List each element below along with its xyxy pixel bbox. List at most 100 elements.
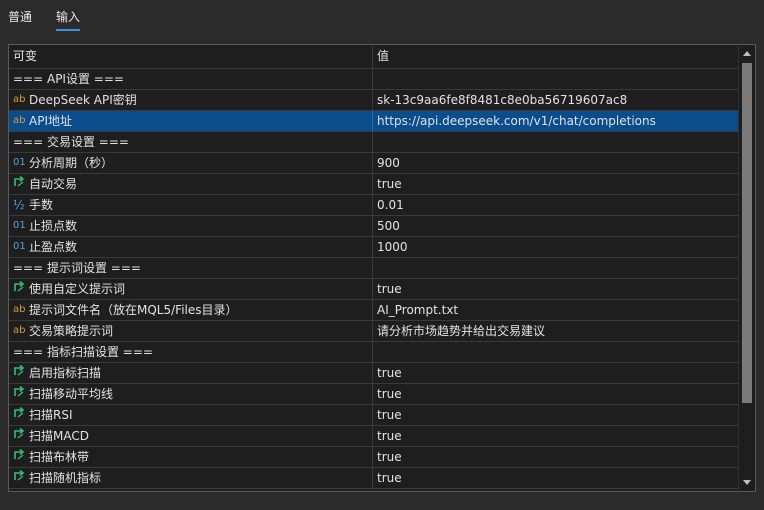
row-variable-name: 交易策略提示词 xyxy=(29,324,114,338)
bool-type-icon xyxy=(13,175,29,195)
row-variable-cell[interactable]: === API设置 === xyxy=(9,69,373,89)
row-variable-cell[interactable]: ab 交易策略提示词 xyxy=(9,321,373,341)
row-variable-name: 启用指标扫描 xyxy=(29,366,102,380)
row-variable-cell[interactable]: 01 分析周期（秒） xyxy=(9,153,373,173)
grid-row[interactable]: ab 提示词文件名（放在MQL5/Files目录） AI_Prompt.txt xyxy=(9,300,740,321)
row-variable-cell[interactable]: 01 止损点数 xyxy=(9,216,373,236)
row-variable-name: === 提示词设置 === xyxy=(13,261,141,275)
row-value-cell[interactable]: true xyxy=(374,468,740,488)
row-variable-cell[interactable]: === 指标扫描设置 === xyxy=(9,342,373,362)
bool-type-icon xyxy=(13,364,29,384)
grid-row[interactable]: ab API地址 https://api.deepseek.com/v1/chat/… xyxy=(9,111,740,132)
scrollbar-thumb[interactable] xyxy=(742,63,752,403)
bool-type-icon xyxy=(13,427,29,447)
row-variable-name: 扫描移动平均线 xyxy=(29,387,114,401)
row-value-cell[interactable]: 900 xyxy=(374,153,740,173)
tab-common[interactable]: 普通 xyxy=(8,9,32,29)
row-value-cell[interactable]: true xyxy=(374,363,740,383)
row-variable-cell[interactable]: ab DeepSeek API密钥 xyxy=(9,90,373,110)
bool-type-icon xyxy=(13,385,29,405)
row-variable-cell[interactable]: 扫描MACD xyxy=(9,426,373,446)
grid-row[interactable]: 01 止盈点数 1000 xyxy=(9,237,740,258)
bool-type-icon xyxy=(13,406,29,426)
row-variable-name: 止盈点数 xyxy=(29,240,78,254)
string-type-icon: ab xyxy=(13,325,26,336)
row-variable-cell[interactable]: 使用自定义提示词 xyxy=(9,279,373,299)
row-variable-name: === 指标扫描设置 === xyxy=(13,345,153,359)
row-variable-name: 扫描随机指标 xyxy=(29,471,102,485)
tab-bar: 普通 输入 xyxy=(0,0,764,34)
row-value-cell[interactable]: https://api.deepseek.com/v1/chat/complet… xyxy=(374,111,740,131)
grid-row[interactable]: 使用自定义提示词 true xyxy=(9,279,740,300)
row-variable-name: 提示词文件名（放在MQL5/Files目录） xyxy=(29,303,238,317)
row-variable-cell[interactable]: ab 提示词文件名（放在MQL5/Files目录） xyxy=(9,300,373,320)
grid-row[interactable]: 扫描RSI true xyxy=(9,405,740,426)
row-variable-name: DeepSeek API密钥 xyxy=(29,93,137,107)
inputs-grid-panel: 可变 值 === API设置 === ab DeepSeek API密钥 sk-13c… xyxy=(8,44,756,492)
row-variable-cell[interactable]: 扫描布林带 xyxy=(9,447,373,467)
grid-row[interactable]: ½ 手数 0.01 xyxy=(9,195,740,216)
row-value-cell[interactable]: 1000 xyxy=(374,237,740,257)
row-value-cell[interactable]: true xyxy=(374,279,740,299)
row-variable-cell[interactable]: 扫描RSI xyxy=(9,405,373,425)
row-variable-name: === API设置 === xyxy=(13,72,124,86)
row-variable-cell[interactable]: 自动交易 xyxy=(9,174,373,194)
row-value-cell[interactable]: 0.01 xyxy=(374,195,740,215)
row-value-cell[interactable]: 500 xyxy=(374,216,740,236)
row-value-cell[interactable]: true xyxy=(374,405,740,425)
grid-row[interactable]: 自动交易 true xyxy=(9,174,740,195)
row-value-cell[interactable]: true xyxy=(374,174,740,194)
row-value-cell[interactable]: 请分析市场趋势并给出交易建议 xyxy=(374,321,740,341)
bool-type-icon xyxy=(13,469,29,489)
row-variable-name: 止损点数 xyxy=(29,219,78,233)
row-value-cell[interactable]: true xyxy=(374,384,740,404)
grid-row[interactable]: === 指标扫描设置 === xyxy=(9,342,740,363)
string-type-icon: ab xyxy=(13,115,26,126)
bool-type-icon xyxy=(13,448,29,468)
integer-type-icon: 01 xyxy=(13,220,26,231)
integer-type-icon: 01 xyxy=(13,157,26,168)
grid-row[interactable]: 扫描移动平均线 true xyxy=(9,384,740,405)
column-header-value[interactable]: 值 xyxy=(374,45,740,68)
grid-row[interactable]: 01 分析周期（秒） 900 xyxy=(9,153,740,174)
row-value-cell[interactable] xyxy=(374,132,740,152)
row-value-cell[interactable] xyxy=(374,258,740,278)
row-value-cell[interactable]: true xyxy=(374,426,740,446)
grid-row[interactable]: ab DeepSeek API密钥 sk-13c9aa6fe8f8481c8e0ba… xyxy=(9,90,740,111)
grid-row[interactable]: 扫描MACD true xyxy=(9,426,740,447)
row-value-cell[interactable]: AI_Prompt.txt xyxy=(374,300,740,320)
row-variable-name: === 交易设置 === xyxy=(13,135,129,149)
grid-row[interactable]: ab 交易策略提示词 请分析市场趋势并给出交易建议 xyxy=(9,321,740,342)
grid-row[interactable]: === 提示词设置 === xyxy=(9,258,740,279)
grid-row[interactable]: === API设置 === xyxy=(9,69,740,90)
string-type-icon: ab xyxy=(13,304,26,315)
scroll-down-icon[interactable] xyxy=(743,480,751,485)
scroll-up-icon[interactable] xyxy=(743,51,751,56)
tab-inputs[interactable]: 输入 xyxy=(56,9,81,31)
grid-row[interactable]: 01 止损点数 500 xyxy=(9,216,740,237)
grid-row[interactable]: 扫描随机指标 true xyxy=(9,468,740,489)
row-variable-cell[interactable]: 扫描随机指标 xyxy=(9,468,373,488)
row-variable-name: 扫描MACD xyxy=(29,429,89,443)
vertical-scrollbar[interactable] xyxy=(738,45,755,491)
inputs-grid: 可变 值 === API设置 === ab DeepSeek API密钥 sk-13c… xyxy=(9,45,740,489)
integer-type-icon: 01 xyxy=(13,241,26,252)
row-variable-cell[interactable]: === 交易设置 === xyxy=(9,132,373,152)
grid-row[interactable]: 扫描布林带 true xyxy=(9,447,740,468)
grid-row[interactable]: === 交易设置 === xyxy=(9,132,740,153)
row-value-cell[interactable]: true xyxy=(374,447,740,467)
column-header-variable[interactable]: 可变 xyxy=(9,45,373,68)
row-variable-cell[interactable]: ½ 手数 xyxy=(9,195,373,215)
row-variable-name: API地址 xyxy=(29,114,72,128)
row-value-cell[interactable] xyxy=(374,69,740,89)
row-variable-cell[interactable]: 启用指标扫描 xyxy=(9,363,373,383)
row-variable-cell[interactable]: 扫描移动平均线 xyxy=(9,384,373,404)
row-value-cell[interactable]: sk-13c9aa6fe8f8481c8e0ba56719607ac8 xyxy=(374,90,740,110)
row-value-cell[interactable] xyxy=(374,342,740,362)
row-variable-cell[interactable]: 01 止盈点数 xyxy=(9,237,373,257)
row-variable-cell[interactable]: ab API地址 xyxy=(9,111,373,131)
grid-row[interactable]: 启用指标扫描 true xyxy=(9,363,740,384)
row-variable-name: 自动交易 xyxy=(29,177,78,191)
row-variable-name: 手数 xyxy=(29,198,54,212)
row-variable-cell[interactable]: === 提示词设置 === xyxy=(9,258,373,278)
